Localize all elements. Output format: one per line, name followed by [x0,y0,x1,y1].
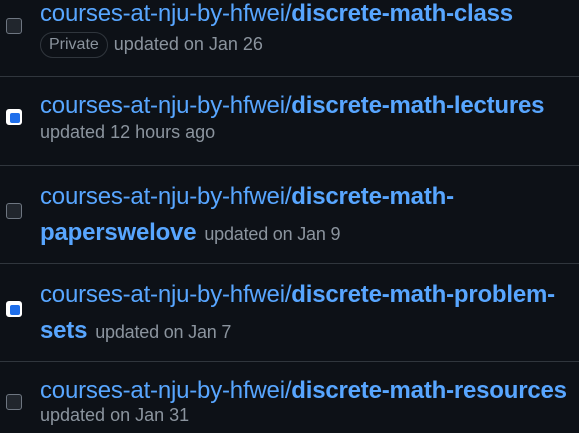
repo-name: discrete-math-resources [291,377,567,404]
updated-text: updated 12 hours ago [40,122,216,142]
list-item: courses-at-nju-by-hfwei/discrete-math-pr… [0,263,579,361]
updated-text: updated on Jan 26 [113,33,263,54]
repo-name-continued[interactable]: sets [40,317,87,344]
repo-link[interactable]: courses-at-nju-by-hfwei/discrete-math-re… [40,373,579,409]
repo-name-continued[interactable]: paperswelove [40,219,197,246]
list-item: courses-at-nju-by-hfwei/discrete-math-cl… [0,0,579,76]
repo-checkbox[interactable] [6,394,22,410]
checkmark-icon [10,114,20,122]
repo-checkbox[interactable] [6,18,22,34]
list-item: courses-at-nju-by-hfwei/discrete-math- p… [0,165,579,263]
private-badge: Private [40,32,108,58]
repo-checkbox[interactable] [6,203,22,219]
updated-text: updated on Jan 7 [95,322,232,342]
repo-owner: courses-at-nju-by-hfwei/ [40,377,292,404]
list-item: courses-at-nju-by-hfwei/discrete-math-re… [0,361,579,433]
repo-owner: courses-at-nju-by-hfwei/ [40,92,292,119]
repo-link[interactable]: courses-at-nju-by-hfwei/discrete-math-le… [40,88,579,124]
repo-link[interactable]: courses-at-nju-by-hfwei/discrete-math- [40,179,579,215]
repo-name: discrete-math-class [291,0,513,27]
repo-name: discrete-math- [291,183,454,210]
repo-link[interactable]: courses-at-nju-by-hfwei/discrete-math-cl… [40,0,579,32]
repo-name: discrete-math-lectures [291,92,545,119]
list-item: courses-at-nju-by-hfwei/discrete-math-le… [0,76,579,165]
repo-name: discrete-math-problem- [291,281,555,308]
repo-link[interactable]: courses-at-nju-by-hfwei/discrete-math-pr… [40,277,579,313]
repo-checkbox[interactable] [6,109,22,125]
repo-owner: courses-at-nju-by-hfwei/ [40,0,292,27]
repository-list: courses-at-nju-by-hfwei/discrete-math-cl… [0,0,579,433]
repo-checkbox[interactable] [6,301,22,317]
updated-text: updated on Jan 9 [204,224,341,244]
repo-owner: courses-at-nju-by-hfwei/ [40,183,292,210]
checkmark-icon [10,306,20,314]
repo-owner: courses-at-nju-by-hfwei/ [40,281,292,308]
